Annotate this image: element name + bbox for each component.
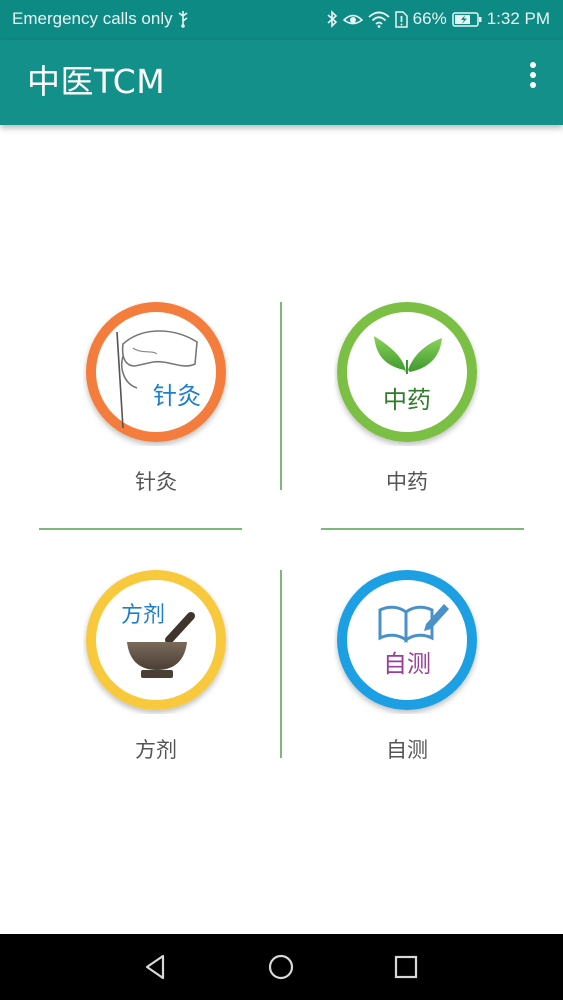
recents-icon[interactable] <box>390 951 422 983</box>
acupuncture-hand-icon[interactable]: 针灸 <box>83 300 229 446</box>
app-bar: 中医TCM <box>0 40 563 125</box>
menu-dot <box>530 82 536 88</box>
eye-comfort-icon <box>342 11 363 27</box>
svg-text:方剂: 方剂 <box>121 603 165 628</box>
category-grid: 针灸 针灸 中药 中药 方剂 方剂 自测 自测 <box>0 125 563 934</box>
overflow-menu-icon[interactable] <box>523 58 543 92</box>
clock-time: 1:32 PM <box>486 9 550 28</box>
tile-label: 针灸 <box>135 470 177 494</box>
tile-label: 中药 <box>386 470 428 494</box>
app-title: 中医TCM <box>27 62 166 101</box>
vertical-divider-top <box>280 302 282 490</box>
tile-acupuncture[interactable]: 针灸 针灸 <box>31 300 281 530</box>
menu-dot <box>530 62 536 68</box>
svg-text:中药: 中药 <box>383 386 431 414</box>
status-bar: Emergency calls only 66% 1:32 PM <box>0 0 563 40</box>
navigation-bar <box>0 934 563 1000</box>
tile-label: 方剂 <box>135 738 177 762</box>
wifi-icon <box>368 11 390 28</box>
svg-text:自测: 自测 <box>383 650 431 678</box>
tile-herbs[interactable]: 中药 中药 <box>282 300 532 530</box>
mortar-pestle-icon[interactable]: 方剂 <box>83 568 229 714</box>
sim-alert-icon <box>394 10 408 28</box>
tile-label: 自测 <box>386 738 428 762</box>
horizontal-divider-right <box>321 528 524 530</box>
vertical-divider-bottom <box>280 570 282 758</box>
herb-leaves-icon[interactable]: 中药 <box>334 300 480 446</box>
bluetooth-icon <box>326 10 338 28</box>
battery-percent: 66% <box>412 9 447 28</box>
book-pen-icon[interactable]: 自测 <box>334 568 480 714</box>
svg-text:针灸: 针灸 <box>153 382 201 410</box>
tile-self-test[interactable]: 自测 自测 <box>282 568 532 798</box>
home-icon[interactable] <box>265 951 297 983</box>
tile-formulas[interactable]: 方剂 方剂 <box>31 568 281 798</box>
carrier-text: Emergency calls only <box>12 9 173 28</box>
usb-icon <box>177 10 189 28</box>
battery-charging-icon <box>451 11 482 27</box>
menu-dot <box>530 72 536 78</box>
back-icon[interactable] <box>139 951 171 983</box>
horizontal-divider-left <box>39 528 242 530</box>
